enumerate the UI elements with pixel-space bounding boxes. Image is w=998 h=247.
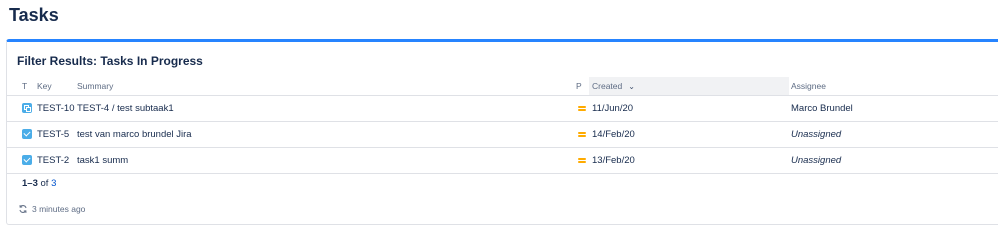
- results-range: 1–3: [22, 178, 38, 189]
- results-count: 1–3 of 3: [22, 178, 56, 189]
- column-header-created[interactable]: Created ⌄: [592, 77, 635, 95]
- priority-medium-icon: [578, 106, 586, 111]
- column-header-assignee[interactable]: Assignee: [791, 77, 826, 95]
- created-date: 13/Feb/20: [592, 155, 635, 166]
- gadget-footer: 3 minutes ago: [18, 204, 85, 214]
- filter-results-gadget: Filter Results: Tasks In Progress T Key …: [6, 39, 998, 225]
- issue-summary-link[interactable]: TEST-4 / test subtaak1: [77, 96, 174, 121]
- assignee-unassigned: Unassigned: [791, 129, 842, 140]
- table-row: TEST-2 task1 summ 13/Feb/20 Unassigned: [7, 148, 998, 174]
- table-row: TEST-5 test van marco brundel Jira 14/Fe…: [7, 122, 998, 148]
- column-header-priority[interactable]: P: [576, 77, 582, 95]
- chevron-down-icon: ⌄: [628, 82, 635, 91]
- results-total-link[interactable]: 3: [51, 178, 56, 189]
- table-row: TEST-10 TEST-4 / test subtaak1 11/Jun/20…: [7, 96, 998, 122]
- priority-medium-icon: [578, 158, 586, 163]
- task-icon: [22, 155, 32, 165]
- issue-key-link[interactable]: TEST-5: [37, 122, 69, 147]
- last-updated-text: 3 minutes ago: [32, 204, 86, 214]
- issue-summary-link[interactable]: task1 summ: [77, 148, 128, 173]
- assignee-unassigned: Unassigned: [791, 155, 842, 166]
- column-header-type[interactable]: T: [22, 77, 27, 95]
- page-title: Tasks: [9, 5, 59, 25]
- results-of-label: of: [40, 178, 49, 189]
- subtask-icon: [22, 103, 32, 113]
- column-header-created-label: Created: [592, 81, 623, 91]
- created-date: 11/Jun/20: [592, 103, 634, 114]
- task-icon: [22, 129, 32, 139]
- priority-medium-icon: [578, 132, 586, 137]
- issue-key-link[interactable]: TEST-10: [37, 96, 75, 121]
- assignee-name: Marco Brundel: [791, 103, 853, 114]
- column-header-summary[interactable]: Summary: [77, 77, 113, 95]
- issue-summary-link[interactable]: test van marco brundel Jira: [77, 122, 192, 147]
- table-header: T Key Summary P Created ⌄ Assignee: [7, 77, 998, 96]
- column-header-key[interactable]: Key: [37, 77, 52, 95]
- refresh-icon[interactable]: [18, 204, 28, 214]
- issue-key-link[interactable]: TEST-2: [37, 148, 69, 173]
- issues-table: T Key Summary P Created ⌄ Assignee TEST-1…: [7, 77, 998, 174]
- created-date: 14/Feb/20: [592, 129, 635, 140]
- gadget-title: Filter Results: Tasks In Progress: [17, 54, 203, 68]
